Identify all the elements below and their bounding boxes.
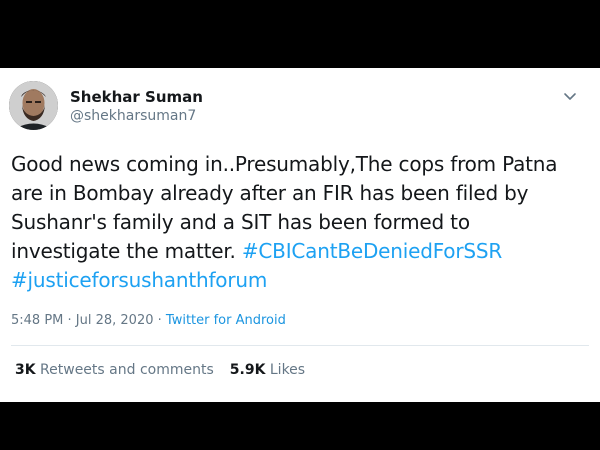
- tweet-meta: 5:48 PM · Jul 28, 2020 · Twitter for And…: [11, 313, 286, 328]
- author-handle[interactable]: @shekharsuman7: [70, 108, 196, 124]
- tweet-text-fragment: investigate the matter.: [11, 239, 242, 263]
- hashtag-link[interactable]: #justiceforsushanthforum: [11, 268, 267, 292]
- tweet-text-line: #justiceforsushanthforum: [11, 266, 591, 295]
- likes-label: Likes: [269, 362, 306, 378]
- likes-count: 5.9K: [229, 362, 266, 378]
- tweet-stats: 3K Retweets and comments 5.9K Likes: [15, 362, 305, 378]
- author-name[interactable]: Shekhar Suman: [70, 88, 203, 106]
- retweets-count: 3K: [15, 362, 36, 378]
- tweet-text-line: Sushanr's family and a SIT has been form…: [11, 210, 470, 234]
- tweet-card: Shekhar Suman @shekharsuman7 Good news c…: [0, 68, 600, 402]
- retweets-label: Retweets and comments: [40, 362, 214, 378]
- avatar-image: [9, 81, 58, 130]
- likes-stat[interactable]: 5.9K Likes: [230, 362, 305, 378]
- tweet-text-line: are in Bombay already after an FIR has b…: [11, 181, 529, 205]
- tweet-source-link[interactable]: Twitter for Android: [166, 313, 286, 328]
- tweet-text-line: investigate the matter. #CBICantBeDenied…: [11, 237, 591, 266]
- tweet-text-line: Good news coming in..Presumably,The cops…: [11, 152, 558, 176]
- tweet-text: Good news coming in..Presumably,The cops…: [11, 150, 591, 295]
- avatar[interactable]: [9, 81, 58, 130]
- divider: [11, 345, 589, 346]
- tweet-screenshot-frame: Shekhar Suman @shekharsuman7 Good news c…: [0, 68, 600, 402]
- hashtag-link[interactable]: #CBICantBeDeniedForSSR: [242, 239, 502, 263]
- retweets-stat[interactable]: 3K Retweets and comments: [15, 362, 214, 378]
- tweet-timestamp[interactable]: 5:48 PM · Jul 28, 2020: [11, 313, 154, 328]
- chevron-down-icon[interactable]: [562, 88, 578, 104]
- meta-separator: ·: [153, 313, 166, 328]
